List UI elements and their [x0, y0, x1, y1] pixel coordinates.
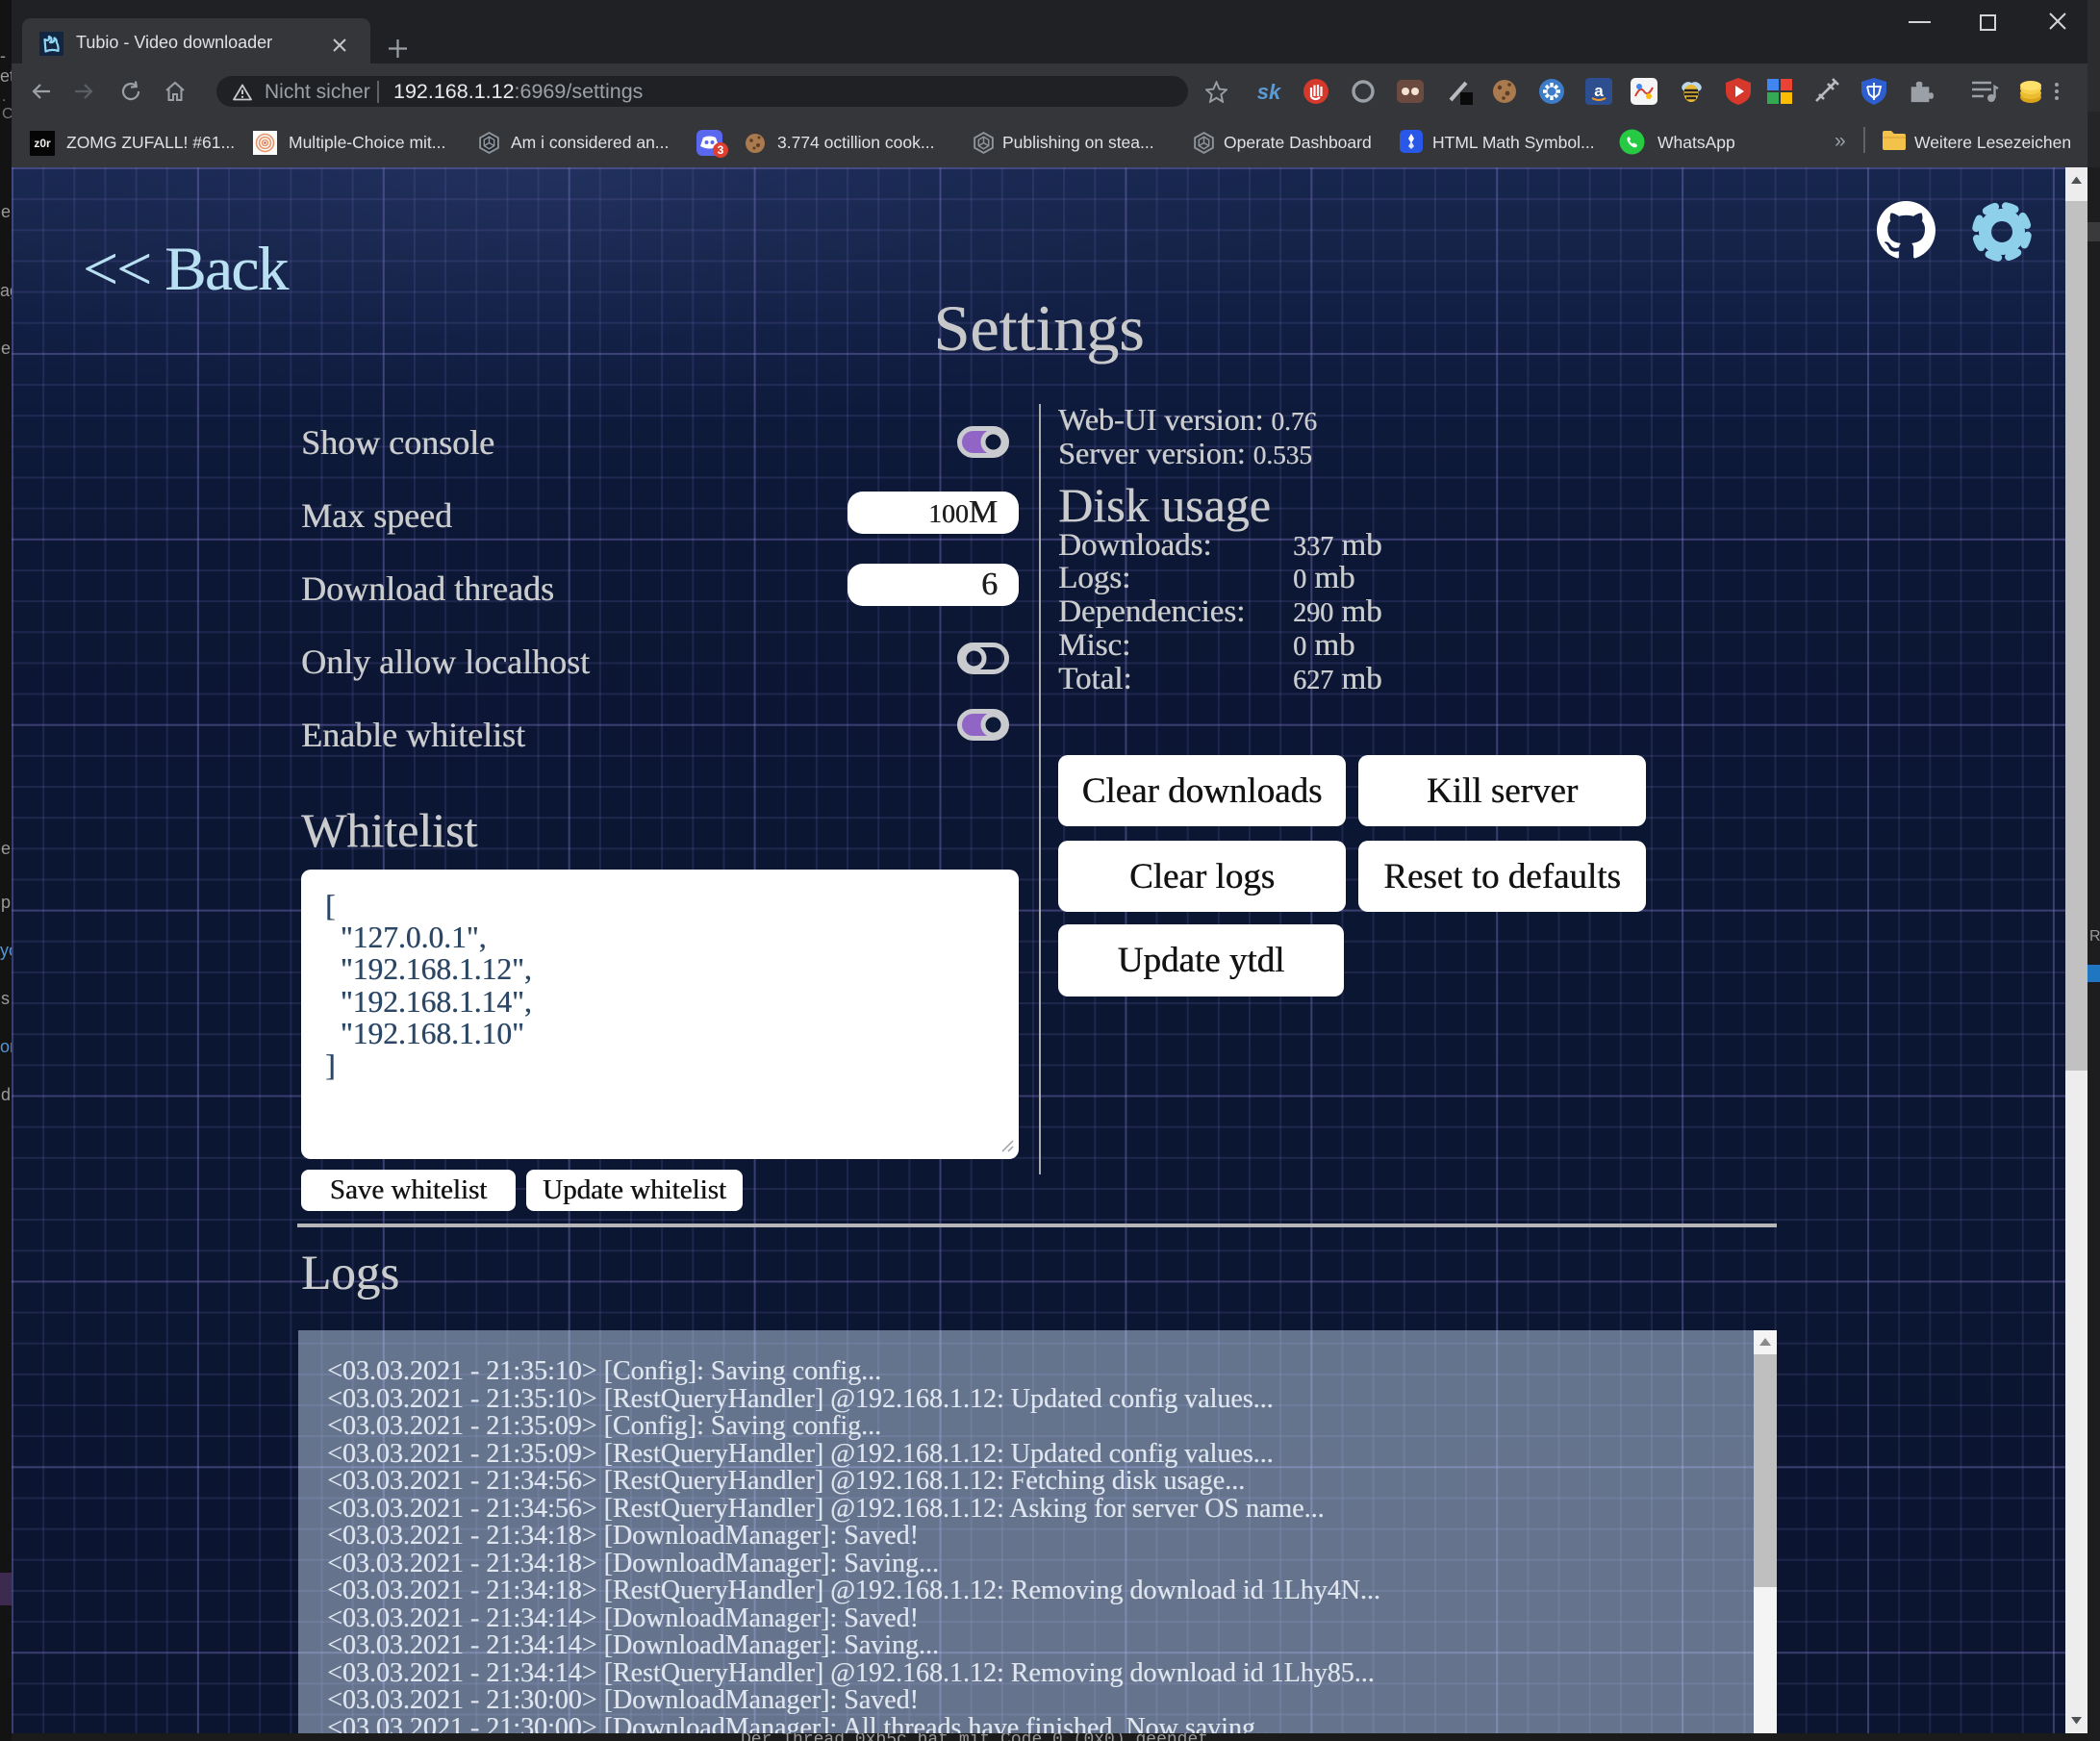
svg-text:a: a [1594, 82, 1604, 100]
